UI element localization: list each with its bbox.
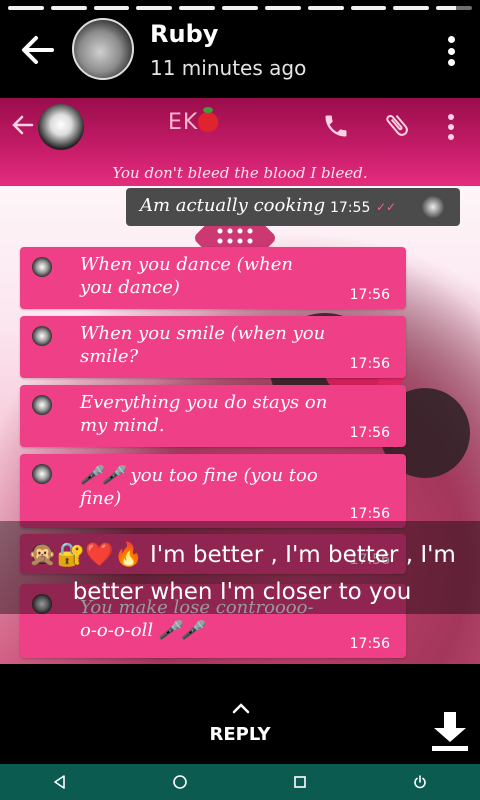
story-progress [8,6,472,10]
system-nav-bar [0,764,480,800]
message-time: 17:56 [349,506,390,522]
strawberry-icon [198,107,218,132]
contact-avatar [38,104,84,150]
progress-segment [393,6,430,10]
progress-segment [179,6,216,10]
message-time: 17:56 [349,636,390,652]
message-text: 🎤🎤 you too fine (you too fine) [80,465,318,509]
story-timestamp: 11 minutes ago [150,56,307,80]
progress-segment-current [436,6,472,10]
message-text: When you smile (when you smile? [80,323,326,367]
message-text: Everything you do stays on my mind. [80,392,328,436]
message-time: 17:56 [349,287,390,303]
progress-segment [222,6,258,10]
progress-segment [93,6,130,10]
paperclip-icon [386,114,408,136]
contact-name: EK [168,110,199,135]
story-caption: 🙊🔐❤️🔥 I'm better , I'm better , I'm bett… [0,521,480,614]
phone-icon [325,115,347,137]
arrow-left-icon[interactable] [18,30,58,70]
arrow-left-icon [12,115,34,135]
sender-avatar[interactable] [72,18,134,80]
contact-avatar [32,464,52,484]
self-avatar [422,196,444,218]
message-time: 17:55 [330,200,371,216]
received-message: Everything you do stays on my mind. 17:5… [20,385,406,447]
progress-segment [8,6,44,10]
message-time: 17:56 [349,356,390,372]
progress-segment [307,6,344,10]
progress-segment [136,6,173,10]
message-text: Am actually cooking [140,195,326,216]
more-vert-icon[interactable] [448,36,456,66]
triangle-back-icon[interactable] [48,770,72,794]
received-message: When you dance (when you dance) 17:56 [20,247,406,309]
story-header: Ruby 11 minutes ago [0,12,480,90]
sender-name[interactable]: Ruby [150,20,218,48]
contact-avatar [32,395,52,415]
progress-segment [264,6,301,10]
power-icon[interactable] [408,770,432,794]
reply-button[interactable]: REPLY [0,724,480,745]
circle-home-icon[interactable] [168,770,192,794]
reply-bar[interactable] [0,664,480,764]
contact-status: You don't bleed the blood I bleed. [112,164,368,182]
chevron-up-icon[interactable] [232,702,250,714]
square-recents-icon[interactable] [288,770,312,794]
progress-segment [50,6,87,10]
message-text: When you dance (when you dance) [80,254,293,298]
contact-avatar [32,257,52,277]
chat-header: EK You don't bleed the blood I bleed. [0,98,480,186]
received-message: 🎤🎤 you too fine (you too fine) 17:56 [20,454,406,528]
contact-avatar [32,326,52,346]
caption-text: 🙊🔐❤️🔥 I'm better , I'm better , I'm bett… [28,542,456,605]
download-icon[interactable] [428,710,472,754]
sent-message: Am actually cooking 17:55 ✓✓ [126,188,460,226]
message-time: 17:56 [349,425,390,441]
read-receipt-icon: ✓✓ [376,200,397,214]
received-message: When you smile (when you smile? 17:56 [20,316,406,378]
progress-segment [350,6,387,10]
more-vert-icon [448,114,454,140]
